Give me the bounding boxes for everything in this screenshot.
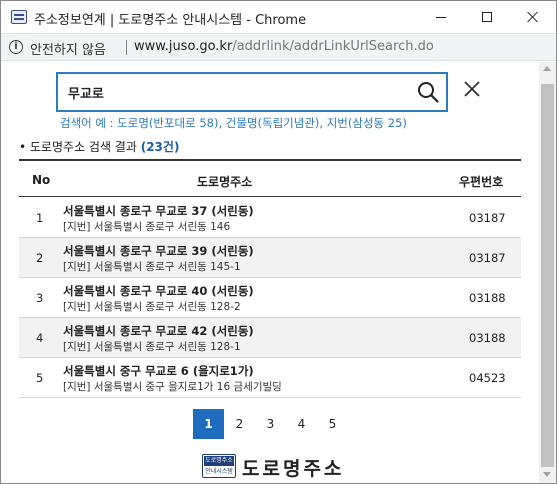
brand-text: 도로명주소 (242, 458, 345, 480)
road-address[interactable]: 서울특별시 종로구 무교로 42 (서린동) (63, 323, 254, 339)
result-title: • 도로명주소 검색 결과 (23건) (19, 138, 179, 155)
page-4-button[interactable]: 4 (286, 409, 317, 439)
column-header-no: No (32, 173, 51, 187)
row-number: 3 (36, 291, 44, 305)
page-1-button[interactable]: 1 (193, 409, 224, 439)
road-address[interactable]: 서울특별시 종로구 무교로 37 (서린동) (63, 203, 254, 219)
vertical-scrollbar[interactable] (539, 62, 556, 483)
maximize-button[interactable] (464, 1, 510, 33)
maximize-icon (482, 12, 492, 22)
jibun-address[interactable]: [지번] 서울특별시 중구 을지로1가 16 금세기빌딩 (63, 379, 282, 394)
title-bar[interactable]: 주소정보연계 | 도로명주소 안내시스템 - Chrome (1, 1, 556, 33)
zipcode: 03187 (469, 251, 506, 265)
row-number: 1 (36, 211, 44, 225)
zipcode: 03188 (469, 291, 506, 305)
brand-mark-top: 도로명주소 (204, 456, 234, 466)
column-header-road-address: 도로명주소 (197, 175, 253, 189)
table-row[interactable]: 5 서울특별시 중구 무교로 6 (을지로1가) [지번] 서울특별시 중구 을… (19, 358, 521, 398)
table-row[interactable]: 1 서울특별시 종로구 무교로 37 (서린동) [지번] 서울특별시 종로구 … (19, 198, 521, 238)
url-host: www.juso.go.kr (134, 39, 233, 54)
zipcode: 03188 (469, 331, 506, 345)
row-number: 5 (36, 371, 44, 385)
result-title-label: • 도로명주소 검색 결과 (19, 140, 137, 154)
pagination: 1 2 3 4 5 (193, 409, 348, 439)
url-text[interactable]: www.juso.go.kr/addrlink/addrLinkUrlSearc… (134, 39, 434, 54)
scroll-thumb[interactable] (541, 84, 554, 467)
road-address[interactable]: 서울특별시 종로구 무교로 39 (서린동) (63, 243, 254, 259)
road-address[interactable]: 서울특별시 종로구 무교로 40 (서린동) (63, 283, 254, 299)
close-icon (464, 81, 480, 97)
page-2-button[interactable]: 2 (224, 409, 255, 439)
scroll-down-arrow-icon[interactable] (543, 472, 551, 477)
row-number: 4 (36, 331, 44, 345)
table-row[interactable]: 4 서울특별시 종로구 무교로 42 (서린동) [지번] 서울특별시 종로구 … (19, 318, 521, 358)
page-5-button[interactable]: 5 (317, 409, 348, 439)
search-input[interactable] (68, 80, 398, 104)
browser-window: 주소정보연계 | 도로명주소 안내시스템 - Chrome i 안전하지 않음 … (0, 0, 557, 484)
brand-mark-bottom: 안내시스템 (205, 468, 233, 475)
jibun-address[interactable]: [지번] 서울특별시 종로구 서린동 146 (63, 219, 230, 234)
search-box (56, 72, 448, 112)
url-path: /addrlink/addrLinkUrlSearch.do (232, 39, 434, 54)
address-bar[interactable]: i 안전하지 않음 www.juso.go.kr/addrlink/addrLi… (1, 33, 556, 61)
column-header-zipcode: 우편번호 (459, 175, 504, 189)
close-icon (527, 11, 539, 23)
clear-search-button[interactable] (461, 78, 483, 100)
search-icon (418, 82, 439, 103)
app-icon (11, 10, 27, 24)
scroll-up-arrow-icon[interactable] (543, 66, 551, 71)
address-divider (126, 40, 127, 55)
jibun-address[interactable]: [지번] 서울특별시 종로구 서린동 128-2 (63, 299, 241, 314)
table-row[interactable]: 2 서울특별시 종로구 무교로 39 (서린동) [지번] 서울특별시 종로구 … (19, 238, 521, 278)
result-count: (23건) (140, 140, 180, 154)
zipcode: 03187 (469, 211, 506, 225)
minimize-button[interactable] (418, 1, 464, 33)
table-header: No 도로명주소 우편번호 (19, 159, 521, 197)
road-address[interactable]: 서울특별시 중구 무교로 6 (을지로1가) (63, 363, 254, 379)
close-window-button[interactable] (510, 1, 556, 33)
table-row[interactable]: 3 서울특별시 종로구 무교로 40 (서린동) [지번] 서울특별시 종로구 … (19, 278, 521, 318)
window-title: 주소정보연계 | 도로명주소 안내시스템 - Chrome (34, 13, 307, 28)
security-label[interactable]: 안전하지 않음 (30, 39, 106, 58)
search-button[interactable] (416, 80, 442, 106)
search-example-hint: 검색어 예 : 도로명(반포대로 58), 건물명(독립기념관), 지번(삼성동… (60, 116, 407, 130)
jibun-address[interactable]: [지번] 서울특별시 종로구 서린동 145-1 (63, 259, 241, 274)
zipcode: 04523 (469, 371, 506, 385)
page-content: 검색어 예 : 도로명(반포대로 58), 건물명(독립기념관), 지번(삼성동… (1, 62, 538, 483)
row-number: 2 (36, 251, 44, 265)
jibun-address[interactable]: [지번] 서울특별시 종로구 서린동 128-1 (63, 339, 241, 354)
brand-mark-icon: 도로명주소 안내시스템 (202, 454, 236, 478)
page-3-button[interactable]: 3 (255, 409, 286, 439)
minimize-icon (436, 16, 446, 18)
info-icon[interactable]: i (9, 40, 23, 54)
